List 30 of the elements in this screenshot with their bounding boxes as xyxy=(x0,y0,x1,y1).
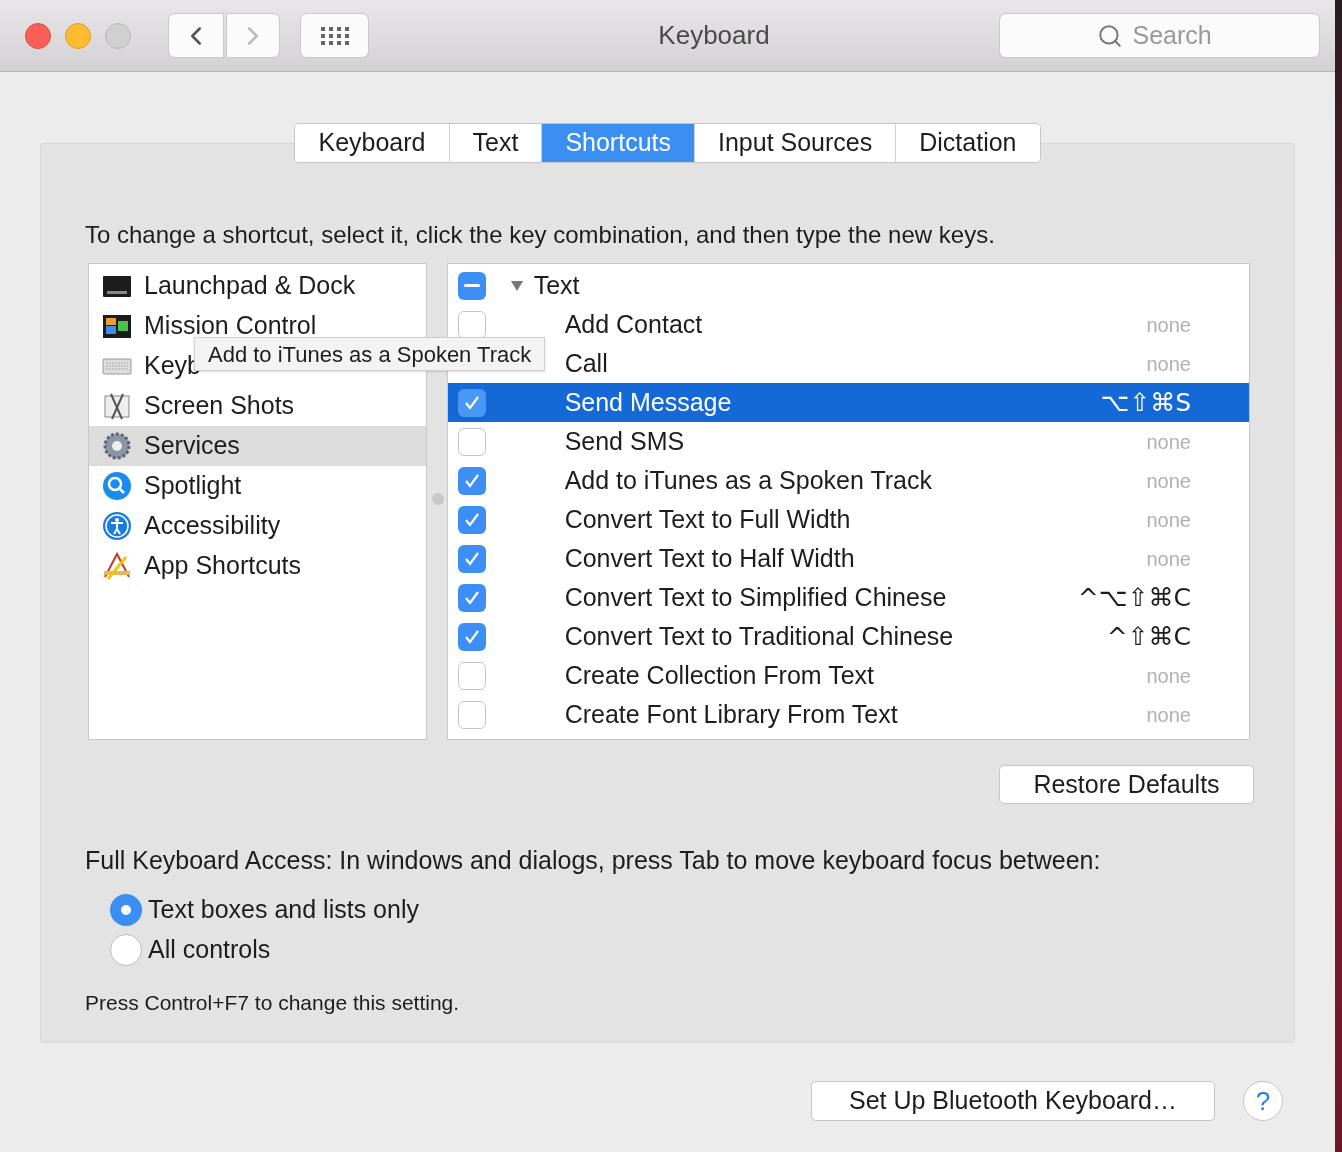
service-name: Send Message xyxy=(564,386,733,418)
shortcut-keys: none xyxy=(1146,348,1191,379)
shortcut-keys: none xyxy=(1146,660,1191,691)
shortcut-keys: none xyxy=(1146,426,1191,457)
service-name: Call xyxy=(564,347,609,379)
service-name: Create Font Library From Text xyxy=(564,698,899,730)
shortcut-keys: ⌥⇧⌘S xyxy=(1100,383,1191,422)
service-name: Add Contact xyxy=(564,308,704,340)
shortcut-keys: ^⇧⌘C xyxy=(1106,617,1191,656)
window-title: Keyboard xyxy=(658,19,770,52)
tooltip: Add to iTunes as a Spoken Track xyxy=(194,337,546,371)
shortcut-keys: none xyxy=(1146,504,1191,535)
shortcut-keys: none xyxy=(1146,309,1191,340)
hint-text: Press Control+F7 to change this setting. xyxy=(85,989,461,1016)
shortcut-keys: none xyxy=(1146,699,1191,730)
shortcut-keys: none xyxy=(1146,543,1191,574)
service-name: Convert Text to Traditional Chinese xyxy=(564,620,955,652)
service-name: Convert Text to Full Width xyxy=(564,503,852,535)
shortcut-keys: ^⌥⇧⌘C xyxy=(1077,578,1191,617)
service-name: Send SMS xyxy=(564,425,686,457)
full-keyboard-access-label: Full Keyboard Access: In windows and dialogs, press Tab to move keyboard focus between: xyxy=(85,845,1102,876)
service-name: Create Collection From Text xyxy=(564,659,875,691)
radio-label: Text boxes and lists only xyxy=(148,893,419,925)
service-name: Convert Text to Simplified Chinese xyxy=(564,581,948,613)
instruction-text: To change a shortcut, select it, click the key combination, and then type the new keys. xyxy=(85,220,996,250)
service-name: Convert Text to Half Width xyxy=(564,542,856,574)
service-name: Add to iTunes as a Spoken Track xyxy=(564,464,933,496)
radio-label: All controls xyxy=(148,933,271,965)
shortcut-keys: none xyxy=(1146,465,1191,496)
group-label: Text xyxy=(533,269,580,301)
